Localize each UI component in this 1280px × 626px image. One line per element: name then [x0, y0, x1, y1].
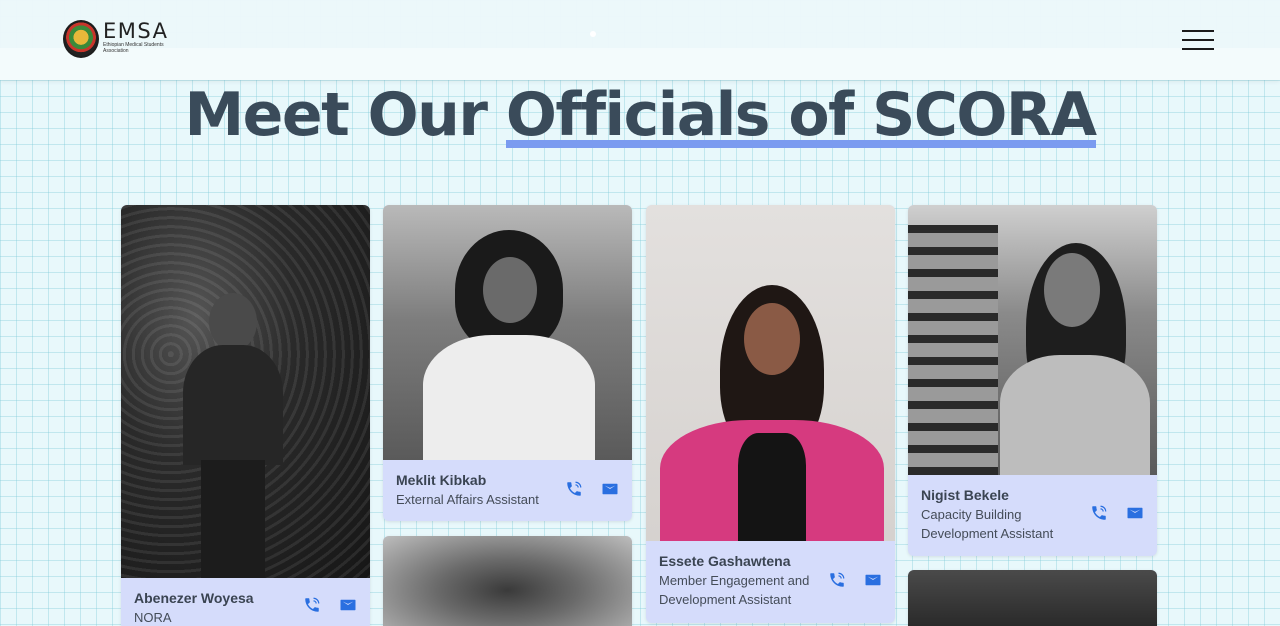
- page-title: Meet Our Officials of SCORA: [0, 80, 1280, 150]
- official-photo: [383, 536, 632, 626]
- official-role: External Affairs Assistant: [396, 492, 539, 507]
- email-icon[interactable]: [1126, 504, 1144, 522]
- official-card-partial: [383, 536, 632, 626]
- phone-icon[interactable]: [828, 571, 846, 589]
- official-name: Essete Gashawtena: [659, 553, 791, 569]
- official-card: Abenezer Woyesa NORA: [121, 205, 370, 626]
- carousel-dot: [590, 31, 596, 37]
- official-photo: [646, 205, 895, 541]
- official-card: Meklit Kibkab External Affairs Assistant: [383, 205, 632, 521]
- official-role: Capacity Building Development Assistant: [921, 507, 1054, 541]
- official-photo: [908, 570, 1157, 626]
- official-name: Nigist Bekele: [921, 487, 1009, 503]
- official-card-partial: [908, 570, 1157, 626]
- email-icon[interactable]: [339, 596, 357, 614]
- page-title-part1: Meet Our: [184, 80, 506, 150]
- header-band: [0, 48, 1280, 80]
- email-icon[interactable]: [601, 480, 619, 498]
- site-header: EMSA Ethiopian Medical Students Associat…: [0, 0, 1280, 80]
- official-card: Essete Gashawtena Member Engagement and …: [646, 205, 895, 623]
- page-title-highlight: Officials of SCORA: [505, 80, 1097, 150]
- official-role: NORA: [134, 610, 172, 625]
- official-photo: [908, 205, 1157, 475]
- phone-icon[interactable]: [1090, 504, 1108, 522]
- logo-subtitle: Ethiopian Medical Students Association: [103, 42, 164, 54]
- official-photo: [121, 205, 370, 578]
- official-card: Nigist Bekele Capacity Building Developm…: [908, 205, 1157, 556]
- emsa-logo[interactable]: EMSA Ethiopian Medical Students Associat…: [63, 20, 173, 58]
- hamburger-menu-icon[interactable]: [1182, 30, 1214, 52]
- official-role: Member Engagement and Development Assist…: [659, 573, 810, 607]
- phone-icon[interactable]: [303, 596, 321, 614]
- emsa-emblem-icon: [63, 20, 99, 58]
- phone-icon[interactable]: [565, 480, 583, 498]
- official-photo: [383, 205, 632, 460]
- logo-title: EMSA: [103, 19, 169, 43]
- email-icon[interactable]: [864, 571, 882, 589]
